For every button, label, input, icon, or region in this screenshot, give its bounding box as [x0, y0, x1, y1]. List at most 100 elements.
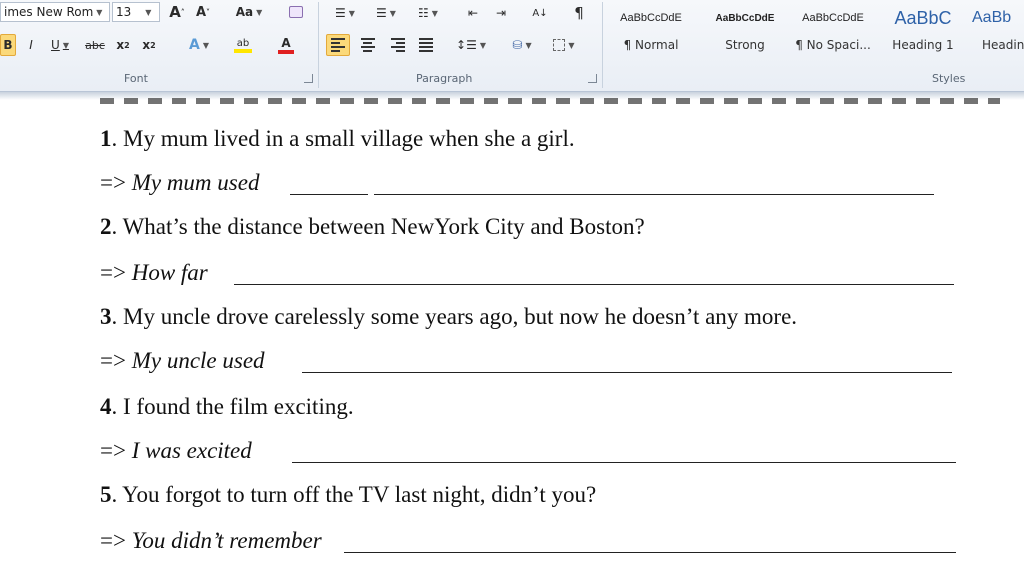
grow-font-button[interactable]: A ˄ — [166, 1, 188, 23]
justify-icon — [419, 36, 433, 54]
style-sample: AaBb — [972, 9, 1012, 26]
italic-button[interactable]: I — [22, 34, 40, 56]
subscript-button[interactable]: x2 — [112, 34, 134, 56]
chevron-down-icon: ▼ — [96, 7, 103, 17]
style-normal[interactable]: AaBbCcDdE ¶ Normal — [608, 4, 694, 64]
borders-button[interactable]: ▼ — [546, 34, 582, 56]
text-effects-icon: A — [189, 37, 200, 53]
increase-indent-button[interactable]: ⇥ — [490, 2, 512, 24]
font-color-bar — [278, 49, 294, 54]
align-left-icon — [331, 36, 345, 54]
font-size-box[interactable]: 13 ▼ — [112, 2, 160, 22]
chevron-down-icon: ▼ — [568, 40, 575, 50]
sort-button[interactable]: A↓ — [528, 2, 552, 24]
chevron-down-icon: ▼ — [348, 8, 355, 18]
style-name: ¶ No Spaci... — [795, 38, 871, 52]
borders-icon — [553, 39, 566, 51]
show-hide-button[interactable]: ¶ — [568, 2, 590, 24]
exercise-number: 1 — [100, 126, 112, 151]
exercise-question: 5. You forgot to turn off the TV last ni… — [100, 482, 596, 508]
arrow-label: => — [100, 348, 126, 373]
justify-button[interactable] — [414, 34, 438, 56]
align-right-button[interactable] — [386, 34, 410, 56]
strike-glyph: abc — [85, 38, 105, 52]
underline-button[interactable]: U ▼ — [46, 34, 74, 56]
chevron-down-icon: ▼ — [431, 8, 438, 18]
exercise-question: 2. What’s the distance between NewYork C… — [100, 214, 645, 240]
style-sample: AaBbCcDdE — [620, 12, 682, 24]
line-spacing-button[interactable]: ↕☰ ▼ — [452, 34, 490, 56]
font-color-button[interactable]: A — [268, 34, 304, 56]
style-strong[interactable]: AaBbCcDdE Strong — [702, 4, 788, 64]
exercise-number: 2 — [100, 214, 112, 239]
ribbon: imes New Rom ▼ 13 ▼ A ˄ A ˅ Aa ▼ B I U ▼ a… — [0, 0, 1024, 92]
shrink-font-button[interactable]: A ˅ — [192, 1, 214, 23]
style-name: Heading 1 — [892, 38, 954, 52]
style-sample: AaBbCcDdE — [715, 12, 775, 24]
font-name-box[interactable]: imes New Rom ▼ — [0, 2, 110, 22]
exercise-question: 4. I found the film exciting. — [100, 394, 354, 420]
highlight-color-bar — [234, 48, 252, 53]
align-right-icon — [391, 36, 405, 54]
change-case-glyph: Aa — [235, 5, 254, 19]
align-left-button[interactable] — [326, 34, 350, 56]
sort-icon: A↓ — [532, 7, 548, 19]
style-name: Strong — [725, 38, 765, 52]
font-group-label: Font — [124, 72, 148, 85]
answer-blank[interactable] — [344, 552, 956, 553]
font-name-value: imes New Rom — [4, 5, 94, 19]
underline-glyph: U — [51, 38, 60, 52]
chevron-down-icon: ▼ — [145, 7, 152, 17]
question-text: . I found the film exciting. — [111, 394, 354, 419]
answer-blank[interactable] — [234, 284, 954, 285]
style-heading-2[interactable]: AaBb Headin — [972, 4, 1024, 64]
shading-button[interactable]: ⛁ ▼ — [504, 34, 540, 56]
arrow-label: => — [100, 528, 126, 553]
bullets-button[interactable]: ☰ ▼ — [328, 2, 362, 24]
exercise-question: 1. My mum lived in a small village when … — [100, 126, 575, 152]
arrow-label: => — [100, 260, 126, 285]
paragraph-dialog-launcher[interactable] — [588, 74, 597, 83]
answer-prompt: My mum used — [131, 170, 260, 195]
exercise-answer-line: => You didn’t remember — [100, 528, 322, 554]
numbering-button[interactable]: ☰ ▼ — [368, 2, 404, 24]
previous-line-fragment — [100, 98, 1000, 104]
increase-indent-icon: ⇥ — [495, 6, 507, 20]
answer-blank[interactable] — [290, 194, 368, 195]
bold-button[interactable]: B — [0, 34, 16, 56]
styles-group-label: Styles — [932, 72, 966, 85]
font-dialog-launcher[interactable] — [304, 74, 313, 83]
line-spacing-icon: ↕☰ — [456, 38, 477, 52]
paint-bucket-icon: ⛁ — [512, 38, 523, 52]
style-no-spacing[interactable]: AaBbCcDdE ¶ No Spaci... — [790, 4, 876, 64]
change-case-button[interactable]: Aa ▼ — [232, 1, 266, 23]
chevron-down-icon: ▼ — [202, 40, 209, 50]
clear-formatting-button[interactable] — [284, 1, 308, 23]
exercise-number: 5 — [100, 482, 112, 507]
answer-prompt: My uncle used — [131, 348, 265, 373]
multilevel-list-button[interactable]: ☷ ▼ — [410, 2, 446, 24]
exercise-answer-line: => My mum used — [100, 170, 259, 196]
strikethrough-button[interactable]: abc — [82, 34, 108, 56]
decrease-indent-button[interactable]: ⇤ — [462, 2, 484, 24]
superscript-button[interactable]: x2 — [138, 34, 160, 56]
answer-prompt: I was excited — [131, 438, 252, 463]
style-sample: AaBbCcDdE — [802, 12, 864, 24]
align-center-button[interactable] — [356, 34, 380, 56]
superscript-glyph: x — [142, 38, 151, 52]
answer-blank[interactable] — [302, 372, 952, 373]
answer-blank[interactable] — [292, 462, 956, 463]
style-sample: AaBbC — [894, 7, 952, 28]
document-page[interactable]: 1. My mum lived in a small village when … — [0, 98, 1024, 576]
answer-prompt: How far — [131, 260, 208, 285]
chevron-down-icon: ▼ — [525, 40, 532, 50]
chevron-down-icon: ▼ — [256, 7, 263, 17]
answer-blank[interactable] — [374, 194, 934, 195]
text-effects-button[interactable]: A ▼ — [184, 34, 214, 56]
shrink-font-glyph: A — [195, 4, 207, 20]
font-color-glyph: A — [281, 35, 291, 50]
highlight-button[interactable]: ab — [226, 34, 260, 56]
bullets-icon: ☰ — [335, 6, 346, 20]
exercise-question: 3. My uncle drove carelessly some years … — [100, 304, 797, 330]
style-heading-1[interactable]: AaBbC Heading 1 — [880, 4, 966, 64]
